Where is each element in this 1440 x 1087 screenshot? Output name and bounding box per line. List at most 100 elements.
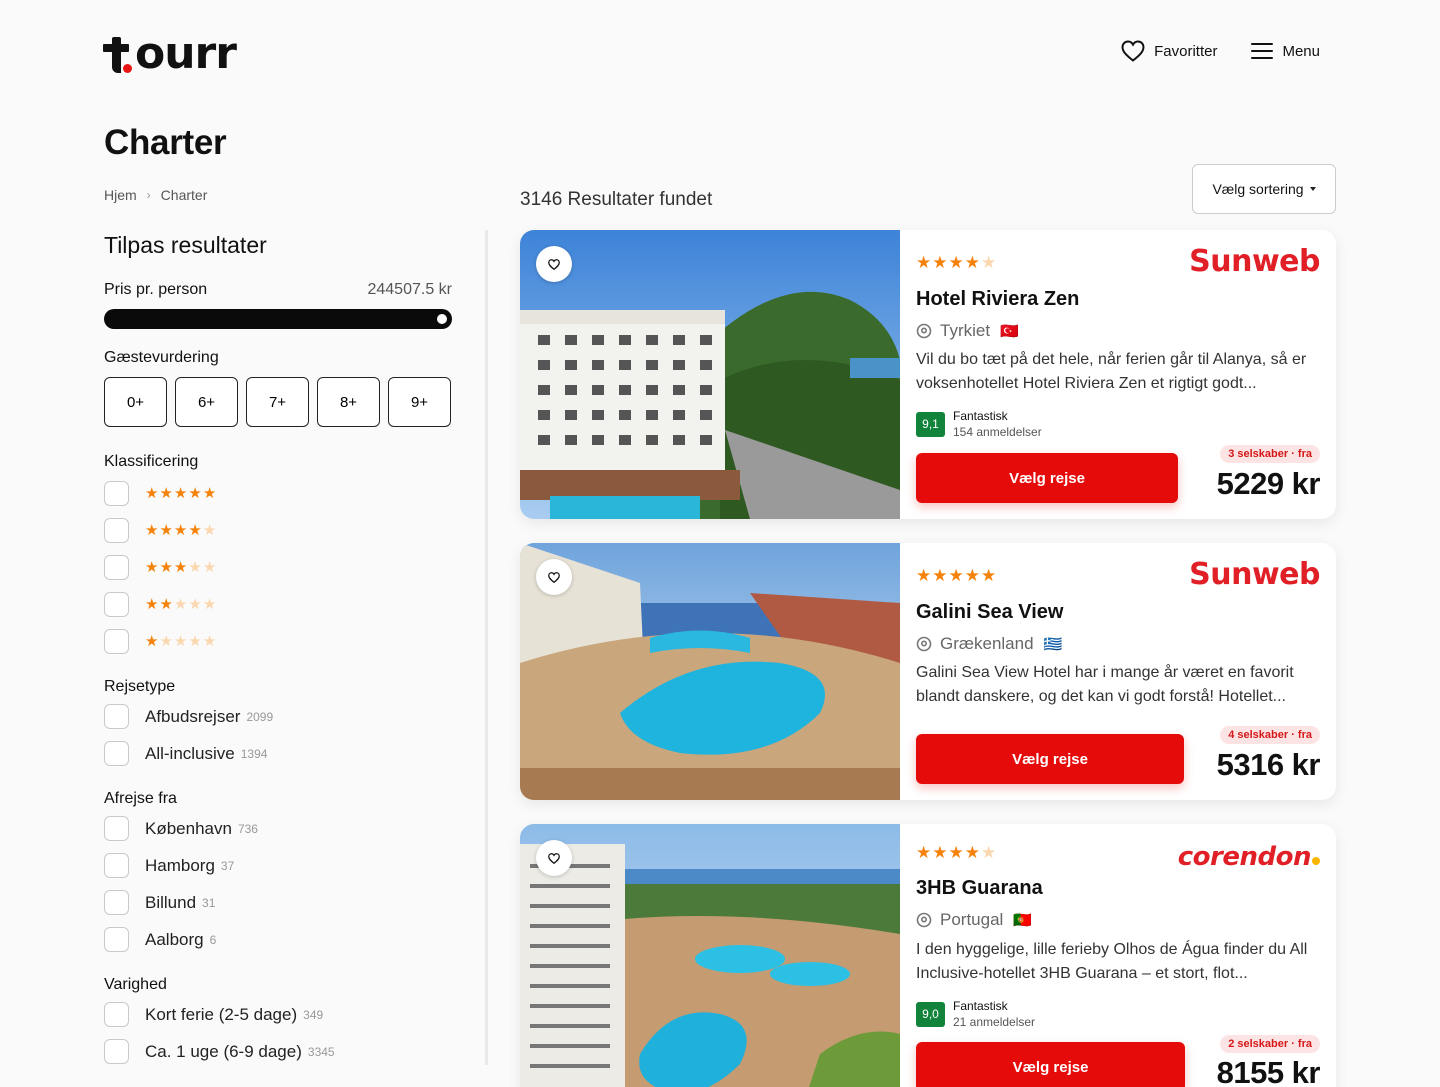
checkbox[interactable] [104,1039,129,1064]
favorites-link[interactable]: Favoritter [1121,40,1217,62]
favorite-button[interactable] [536,559,572,595]
hotel-location: Grækenland 🇬🇷 [916,634,1062,654]
rating-option-6[interactable]: 6+ [175,377,238,427]
rating-option-9[interactable]: 9+ [388,377,451,427]
provider-logo: Sunweb [1189,244,1320,279]
checkbox-count: 349 [303,1007,324,1022]
flag-icon: 🇵🇹 [1013,912,1033,929]
hotel-stars: ★ ★ ★ ★ ★ [916,844,996,861]
classification-option-4[interactable]: ★ ★ ★ ★ ★ [104,512,452,549]
checkbox-row[interactable]: København 736 [104,810,452,847]
sort-dropdown[interactable]: Vælg sortering [1192,164,1336,214]
logo-mark [103,34,135,74]
checkbox-row[interactable]: Ca. 1 uge (6-9 dage) 3345 [104,1033,452,1065]
hotel-image[interactable] [520,824,900,1087]
hotel-name[interactable]: Hotel Riviera Zen [916,288,1079,311]
checkbox-label: Hamborg [145,855,215,875]
price-slider[interactable] [104,309,452,329]
checkbox[interactable] [104,1002,129,1027]
checkbox-label: Billund [145,892,197,912]
price-value: 244507.5 kr [367,281,452,298]
classification-option-5[interactable]: ★ ★ ★ ★ ★ [104,475,452,512]
checkbox-row[interactable]: Kort ferie (2-5 dage) 349 [104,996,452,1033]
breadcrumb-home[interactable]: Hjem [104,187,137,203]
review-summary: 9,1 Fantastisk 154 anmeldelser [916,408,1042,440]
star-icon: ★ [173,559,188,576]
review-count: 21 anmeldelser [953,1015,1036,1029]
checkbox[interactable] [104,555,129,580]
duration-filter: Varighed Kort ferie (2-5 dage) 349 Ca. 1 … [104,976,452,1065]
rating-option-0[interactable]: 0+ [104,377,167,427]
star-icon: ★ [202,522,217,539]
checkbox[interactable] [104,853,129,878]
star-icon: ★ [188,596,202,613]
star-icon: ★ [948,253,964,272]
rating-option-7[interactable]: 7+ [246,377,309,427]
star-rating: ★ ★ ★ ★ ★ [145,486,216,501]
checkbox-label: Kort ferie (2-5 dage) [145,1004,298,1024]
checkbox[interactable] [104,592,129,617]
checkbox-count: 31 [202,895,216,910]
star-icon: ★ [916,566,932,585]
checkbox[interactable] [104,741,129,766]
location-pin-icon [916,636,932,651]
checkbox-row[interactable]: Afbudsrejser 2099 [104,698,452,735]
hotel-image[interactable] [520,543,900,800]
review-quality: Fantastisk [953,999,1008,1013]
classification-option-2[interactable]: ★ ★ ★ ★ ★ [104,586,452,623]
star-icon: ★ [145,559,159,576]
choose-trip-button[interactable]: Vælg rejse [916,734,1184,784]
favorite-button[interactable] [536,840,572,876]
flag-icon: 🇬🇷 [1043,636,1063,653]
hotel-name[interactable]: Galini Sea View [916,601,1063,624]
checkbox[interactable] [104,518,129,543]
star-icon: ★ [202,559,217,576]
favorite-button[interactable] [536,246,572,282]
duration-label: Varighed [104,976,167,993]
review-quality: Fantastisk [953,409,1008,423]
star-icon: ★ [981,566,997,585]
star-icon: ★ [145,596,159,613]
checkbox[interactable] [104,816,129,841]
star-icon: ★ [159,596,173,613]
flag-icon: 🇹🇷 [1000,323,1019,340]
hamburger-menu-icon [1251,43,1274,59]
checkbox-row[interactable]: All-inclusive 1394 [104,735,452,772]
rating-option-8[interactable]: 8+ [317,377,380,427]
hotel-name[interactable]: 3HB Guarana [916,877,1043,900]
checkbox-row[interactable]: Billund 31 [104,884,452,921]
star-rating: ★ ★ ★ ★ ★ [145,634,216,649]
departure-label: Afrejse fra [104,790,177,807]
checkbox-count: 2099 [246,709,274,724]
menu-button[interactable]: Menu [1251,42,1320,60]
hotel-image[interactable] [520,230,900,519]
choose-trip-button[interactable]: Vælg rejse [916,1042,1185,1087]
classification-option-1[interactable]: ★ ★ ★ ★ ★ [104,623,452,660]
checkbox-label: Ca. 1 uge (6-9 dage) [145,1041,302,1061]
provider-logo: corendon [1178,842,1320,872]
price-slider-handle[interactable] [435,312,449,326]
choose-trip-button[interactable]: Vælg rejse [916,453,1178,503]
hotel-card[interactable]: ★ ★ ★ ★ ★ corendon 3HB Guarana Portugal 🇵🇹 I… [520,824,1336,1087]
checkbox[interactable] [104,481,129,506]
hotel-location: Tyrkiet 🇹🇷 [916,321,1019,341]
guest-rating-label: Gæstevurdering [104,349,219,366]
star-icon: ★ [188,559,202,576]
checkbox-row[interactable]: Hamborg 37 [104,847,452,884]
checkbox[interactable] [104,927,129,952]
star-icon: ★ [173,522,188,539]
filter-sidebar: Tilpas resultater Pris pr. person 244507… [104,230,452,1065]
logo[interactable]: ourr [103,32,237,76]
checkbox-row[interactable]: Aalborg 6 [104,921,452,958]
favorites-label: Favoritter [1154,42,1218,60]
classification-option-3[interactable]: ★ ★ ★ ★ ★ [104,549,452,586]
trip-type-label: Rejsetype [104,678,176,695]
checkbox-count: 37 [220,858,235,873]
checkbox[interactable] [104,704,129,729]
companies-badge: 2 selskaber · fra [1220,1035,1320,1053]
checkbox[interactable] [104,629,129,654]
hotel-card[interactable]: ★ ★ ★ ★ ★ Sunweb Hotel Riviera Zen Tyrkiet 🇹… [520,230,1336,519]
hotel-card[interactable]: ★ ★ ★ ★ ★ Sunweb Galini Sea View Grækenland … [520,543,1336,800]
star-icon: ★ [188,522,202,539]
checkbox[interactable] [104,890,129,915]
